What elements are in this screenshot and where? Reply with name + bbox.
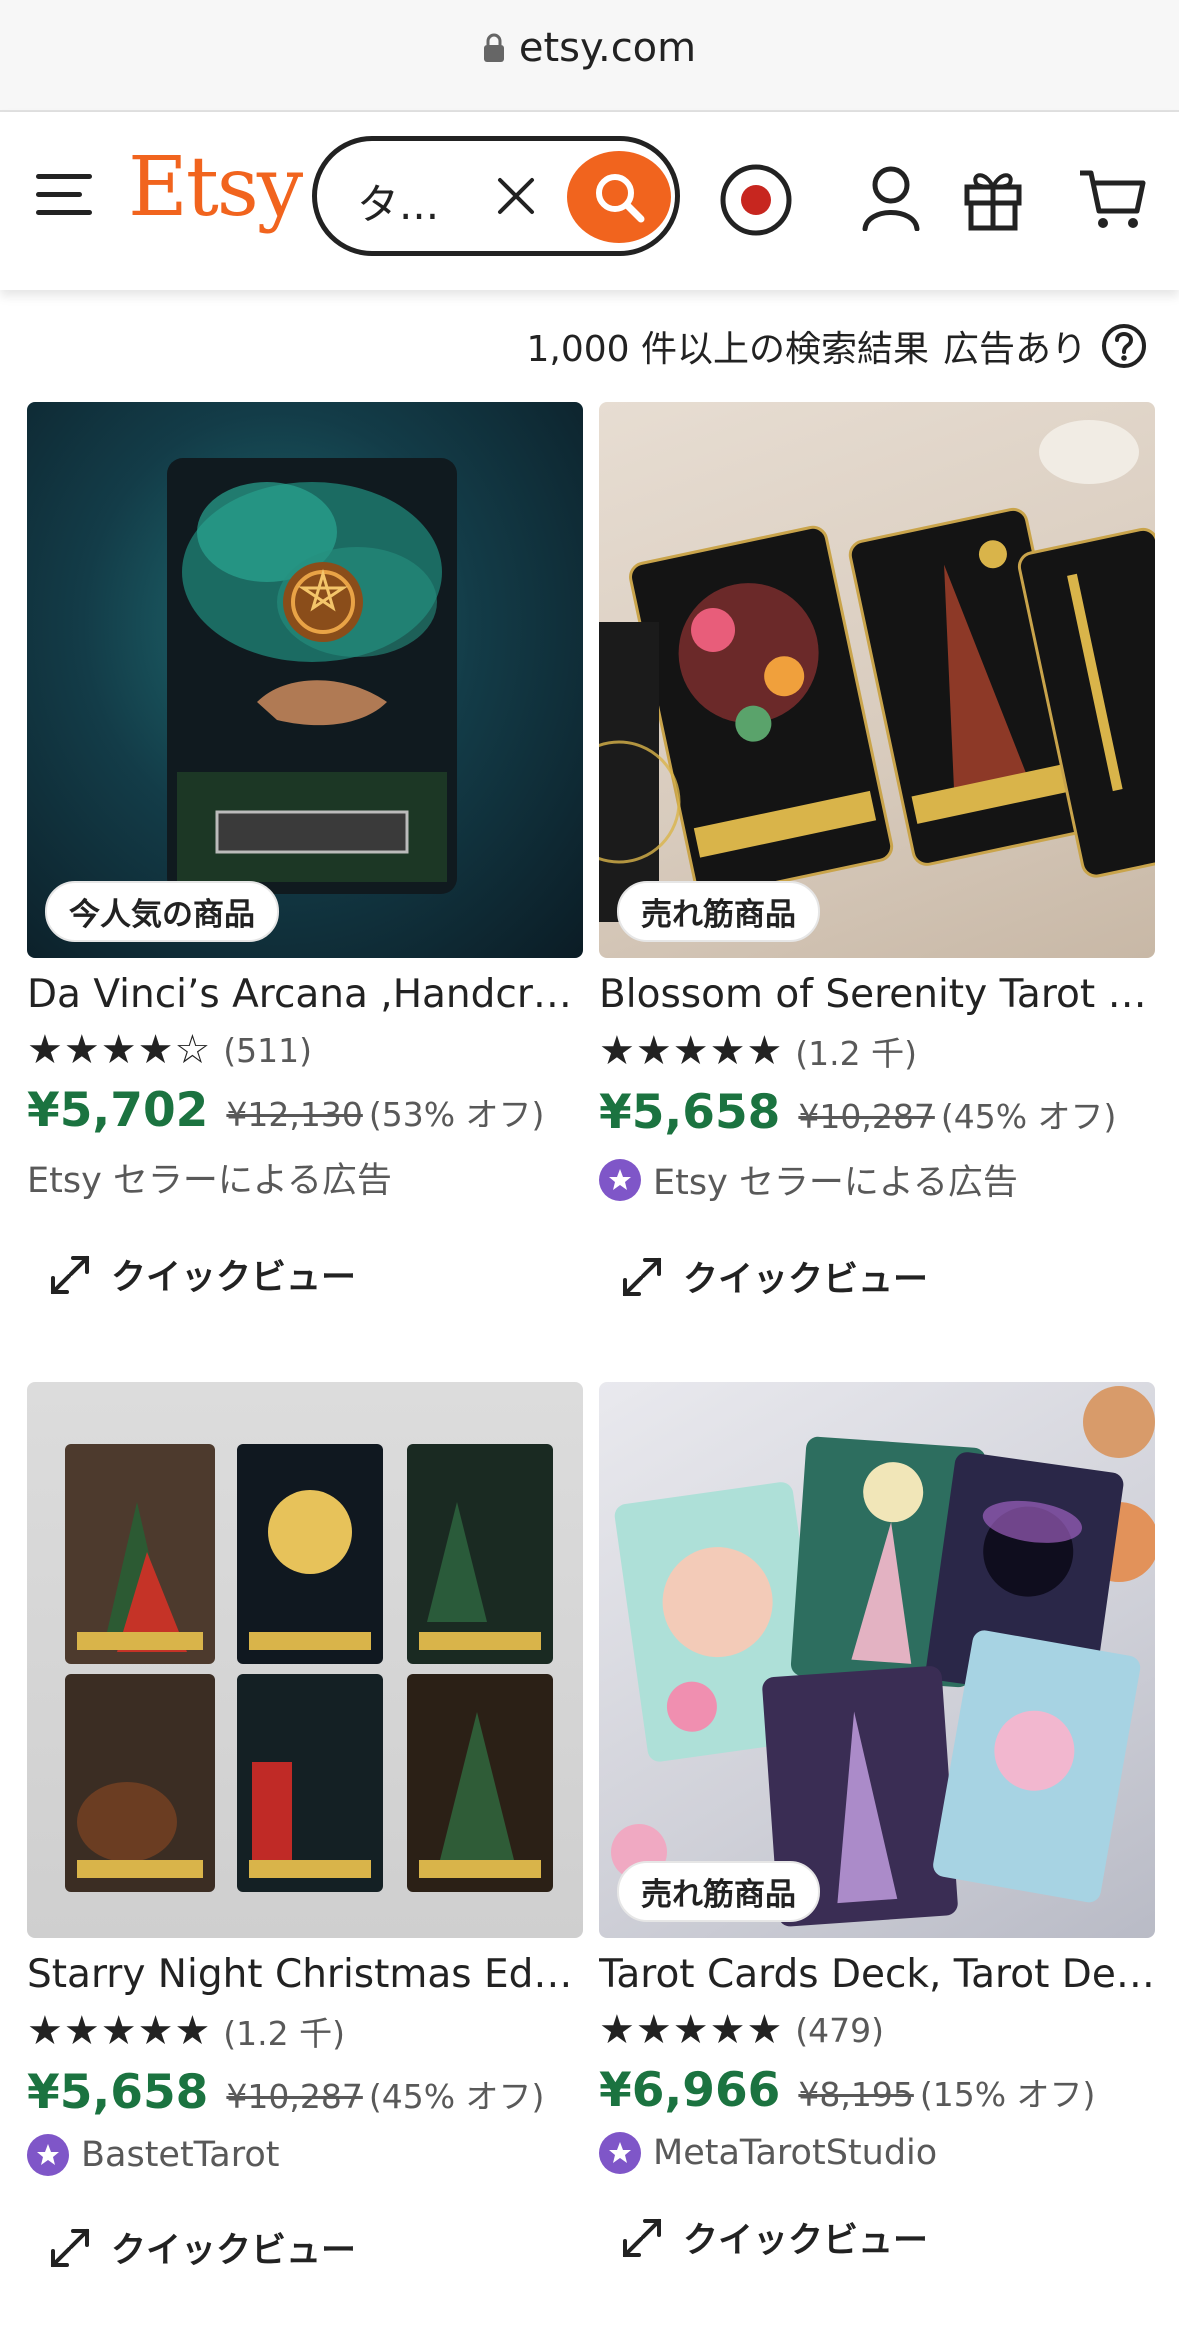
discount-label: (53% オフ): [368, 1095, 545, 1134]
results-summary: 1,000 件以上の検索結果 広告あり: [526, 320, 1147, 372]
price-row: ¥6,966 ¥8,195 (15% オフ): [599, 2063, 1155, 2118]
expand-icon: [623, 2218, 661, 2257]
url-text: etsy.com: [518, 25, 697, 71]
search-icon: [596, 174, 645, 223]
sale-price: ¥5,658: [599, 1085, 781, 1140]
original-price: ¥10,287: [226, 2077, 363, 2116]
quick-view-button[interactable]: クイックビュー: [621, 2212, 1155, 2263]
star-seller-icon: [599, 1158, 641, 1201]
seller-name: Etsy セラーによる広告: [27, 1161, 392, 1201]
review-count: (1.2 千): [795, 1034, 918, 1073]
quick-view-label: クイックビュー: [683, 2221, 929, 2261]
quick-view-label: クイックビュー: [683, 1260, 929, 1300]
star-rating-icon: ★★★★★: [27, 2008, 212, 2054]
product-card[interactable]: Starry Night Christmas Edition Tarot ★★★…: [27, 1382, 583, 2273]
gift-icon: [964, 173, 1022, 231]
product-card[interactable]: 今人気の商品 Da Vinci’s Arcana ,Handcrafted Ta…: [27, 402, 583, 1300]
quick-view-button[interactable]: クイックビュー: [49, 1249, 583, 1300]
sale-price: ¥5,702: [27, 1083, 209, 1138]
product-image[interactable]: 今人気の商品: [27, 402, 583, 958]
product-card[interactable]: 売れ筋商品 Blossom of Serenity Tarot Deck ★★★…: [599, 402, 1155, 1302]
expand-icon: [623, 1257, 661, 1296]
product-image[interactable]: [27, 1382, 583, 1938]
review-count: (511): [223, 1030, 313, 1070]
record-icon: [720, 164, 792, 236]
ads-label: 広告あり: [942, 329, 1087, 370]
seller-info[interactable]: BastetTarot: [27, 2134, 583, 2176]
sale-price: ¥5,658: [27, 2065, 209, 2120]
review-count: (1.2 千): [223, 2014, 346, 2053]
help-icon[interactable]: [1101, 323, 1147, 369]
etsy-logo[interactable]: Etsy: [128, 140, 303, 235]
review-count: (479): [795, 2010, 885, 2050]
quick-view-button[interactable]: クイックビュー: [621, 1251, 1155, 1302]
product-badge: 今人気の商品: [45, 881, 279, 942]
search-bar[interactable]: タ...: [312, 136, 680, 256]
price-row: ¥5,658 ¥10,287 (45% オフ): [599, 1085, 1155, 1140]
seller-info[interactable]: MetaTarotStudio: [599, 2132, 1155, 2174]
lock-icon: [483, 33, 504, 62]
product-rating: ★★★★☆ (511): [27, 1027, 583, 1073]
seller-info: Etsy セラーによる広告: [27, 1152, 583, 1203]
product-card[interactable]: 売れ筋商品 Tarot Cards Deck, Tarot Deck ★★★★★…: [599, 1382, 1155, 2263]
blossom-tarot-cards-art: [599, 420, 1155, 922]
star-rating-icon: ★★★★☆: [27, 1027, 212, 1073]
product-image[interactable]: 売れ筋商品: [599, 1382, 1155, 1938]
sale-price: ¥6,966: [599, 2063, 781, 2118]
browser-url-bar[interactable]: etsy.com: [0, 0, 1179, 112]
seller-info: Etsy セラーによる広告: [599, 1154, 1155, 1205]
fantasy-tarot-cards-art: [611, 1386, 1155, 1927]
expand-icon: [51, 2228, 89, 2267]
product-title[interactable]: Da Vinci’s Arcana ,Handcrafted Tarot Dec…: [27, 972, 583, 1017]
clear-search-button[interactable]: [481, 161, 551, 231]
product-rating: ★★★★★ (1.2 千): [27, 2007, 583, 2055]
original-price: ¥12,130: [226, 1095, 363, 1134]
seller-name[interactable]: BastetTarot: [81, 2135, 279, 2175]
seller-name[interactable]: MetaTarotStudio: [653, 2133, 937, 2173]
star-rating-icon: ★★★★★: [599, 1028, 784, 1074]
search-button[interactable]: [567, 151, 671, 243]
account-icon: [862, 166, 920, 231]
cart-button[interactable]: [1076, 160, 1148, 236]
original-price: ¥10,287: [798, 1097, 935, 1136]
cart-icon: [1080, 170, 1146, 228]
gift-button[interactable]: [960, 160, 1026, 236]
account-button[interactable]: [858, 160, 924, 236]
original-price: ¥8,195: [798, 2075, 914, 2114]
discount-label: (45% オフ): [940, 1097, 1117, 1136]
quick-view-label: クイックビュー: [111, 2231, 357, 2271]
close-icon: [498, 178, 534, 214]
discount-label: (15% オフ): [919, 2075, 1096, 2114]
star-seller-icon: [599, 2132, 641, 2174]
product-badge: 売れ筋商品: [617, 1861, 820, 1922]
product-image[interactable]: 売れ筋商品: [599, 402, 1155, 958]
product-title[interactable]: Tarot Cards Deck, Tarot Deck: [599, 1952, 1155, 1997]
product-rating: ★★★★★ (1.2 千): [599, 1027, 1155, 1075]
product-title[interactable]: Blossom of Serenity Tarot Deck: [599, 972, 1155, 1017]
visual-search-button[interactable]: [718, 162, 794, 238]
product-badge: 売れ筋商品: [617, 881, 820, 942]
christmas-tarot-cards-art: [65, 1444, 553, 1892]
star-seller-icon: [27, 2134, 69, 2176]
seller-name: Etsy セラーによる広告: [653, 1163, 1018, 1203]
menu-icon[interactable]: [36, 174, 92, 220]
quick-view-button[interactable]: クイックビュー: [49, 2222, 583, 2273]
price-row: ¥5,658 ¥10,287 (45% オフ): [27, 2065, 583, 2120]
search-input[interactable]: タ...: [357, 171, 439, 232]
product-rating: ★★★★★ (479): [599, 2007, 1155, 2053]
price-row: ¥5,702 ¥12,130 (53% オフ): [27, 1083, 583, 1138]
discount-label: (45% オフ): [368, 2077, 545, 2116]
ace-of-pentacles-card-art: [167, 458, 457, 894]
site-header: Etsy タ...: [0, 112, 1179, 290]
quick-view-label: クイックビュー: [111, 1258, 357, 1298]
results-count: 1,000 件以上の検索結果: [526, 329, 929, 370]
expand-icon: [51, 1255, 89, 1294]
star-rating-icon: ★★★★★: [599, 2007, 784, 2053]
product-title[interactable]: Starry Night Christmas Edition Tarot: [27, 1952, 583, 1997]
